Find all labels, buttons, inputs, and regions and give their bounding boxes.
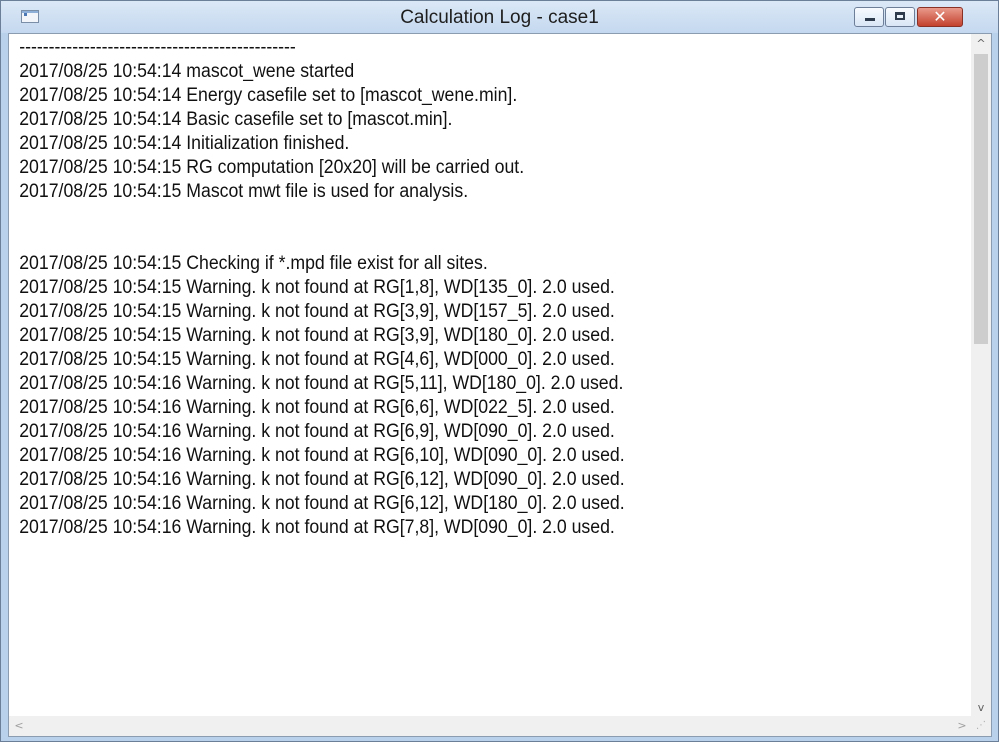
log-line: 2017/08/25 10:54:14 Basic casefile set t… [19,109,453,130]
calculation-log-window: Calculation Log - case1 ✕ --------------… [0,0,999,742]
title-bar[interactable]: Calculation Log - case1 ✕ [1,1,998,33]
log-text-area[interactable]: ----------------------------------------… [8,33,992,737]
window-title: Calculation Log - case1 [400,7,599,28]
log-line: 2017/08/25 10:54:15 Warning. k not found… [19,349,615,370]
log-line: 2017/08/25 10:54:15 Mascot mwt file is u… [19,181,469,202]
vertical-scrollbar[interactable]: ^ v [971,34,991,718]
scroll-up-arrow-icon[interactable]: ^ [971,34,991,54]
log-line: 2017/08/25 10:54:16 Warning. k not found… [19,517,615,538]
log-line: 2017/08/25 10:54:16 Warning. k not found… [19,421,615,442]
log-content[interactable]: ----------------------------------------… [9,34,905,718]
log-line: 2017/08/25 10:54:16 Warning. k not found… [19,445,625,466]
scroll-down-arrow-icon[interactable]: v [971,698,991,718]
maximize-button[interactable] [885,7,915,27]
minimize-button[interactable] [854,7,884,27]
log-line: 2017/08/25 10:54:16 Warning. k not found… [19,493,625,514]
log-line: 2017/08/25 10:54:15 Warning. k not found… [19,277,615,298]
minimize-icon [865,18,875,21]
log-line: 2017/08/25 10:54:15 Warning. k not found… [19,301,615,322]
close-icon: ✕ [933,7,947,26]
log-line: 2017/08/25 10:54:16 Warning. k not found… [19,397,615,418]
log-line: 2017/08/25 10:54:16 Warning. k not found… [19,469,625,490]
log-line: 2017/08/25 10:54:14 mascot_wene started [19,61,355,82]
vertical-scroll-thumb[interactable] [974,54,988,344]
horizontal-scrollbar[interactable]: < > [9,716,972,736]
log-line: 2017/08/25 10:54:15 Checking if *.mpd fi… [19,253,488,274]
log-line: 2017/08/25 10:54:14 Energy casefile set … [19,85,518,106]
log-line: 2017/08/25 10:54:16 Warning. k not found… [19,373,624,394]
log-line: 2017/08/25 10:54:15 RG computation [20x2… [19,157,525,178]
log-line: 2017/08/25 10:54:14 Initialization finis… [19,133,350,154]
close-button[interactable]: ✕ [917,7,963,27]
scroll-right-arrow-icon[interactable]: > [952,716,972,736]
maximize-icon [895,12,905,20]
log-line: 2017/08/25 10:54:15 Warning. k not found… [19,325,615,346]
scroll-left-arrow-icon[interactable]: < [9,716,29,736]
log-line: ----------------------------------------… [19,37,296,58]
size-grip-icon[interactable]: ⋰ [971,716,991,736]
